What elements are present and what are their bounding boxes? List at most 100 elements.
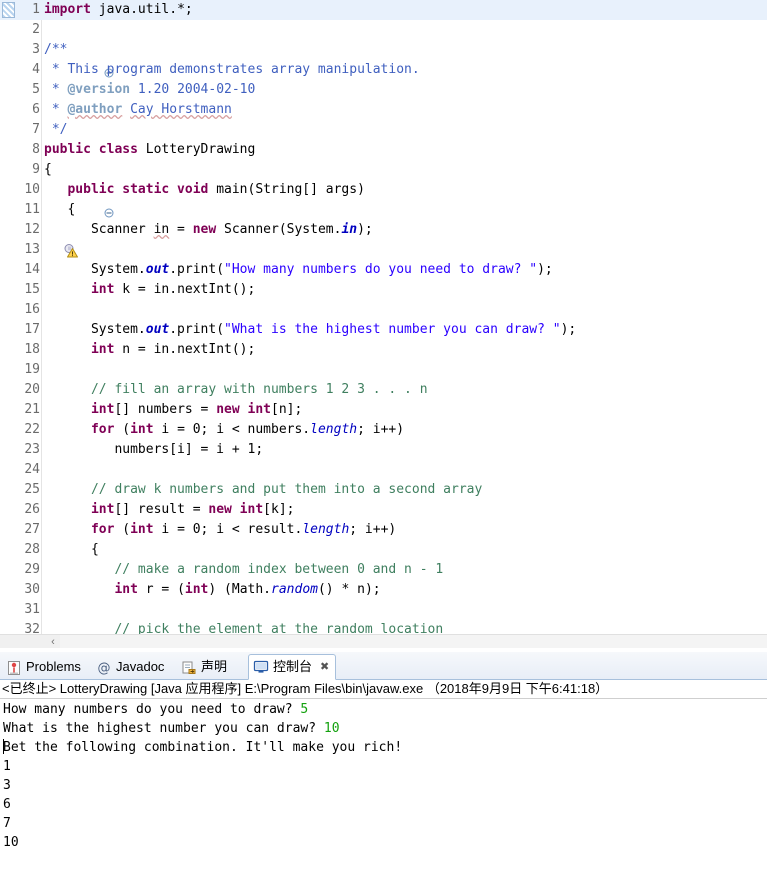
code-line[interactable]: 15 int k = in.nextInt(); — [0, 280, 767, 300]
console-line: Bet the following combination. It'll mak… — [0, 738, 767, 757]
code-line[interactable]: 24 — [0, 460, 767, 480]
warning-marker-icon[interactable] — [1, 223, 78, 258]
code-line[interactable]: 31 — [0, 600, 767, 620]
code-line[interactable]: 5 * @version 1.20 2004-02-10 — [0, 80, 767, 100]
line-number: 5 — [32, 82, 40, 97]
svg-text:@: @ — [98, 661, 111, 676]
line-number: 4 — [32, 62, 40, 77]
tab-label: Problems — [26, 659, 81, 674]
tab-label: Javadoc — [116, 659, 165, 674]
line-number: 31 — [24, 602, 40, 617]
line-number: 26 — [24, 502, 40, 517]
code-line[interactable]: 26 int[] result = new int[k]; — [0, 500, 767, 520]
code-line[interactable]: 10 public static void main(String[] args… — [0, 180, 767, 218]
line-number: 25 — [24, 482, 40, 497]
line-number: 18 — [24, 342, 40, 357]
line-number: 28 — [24, 542, 40, 557]
code-text: import java.util.*; — [44, 2, 193, 17]
code-line[interactable]: 19 — [0, 360, 767, 380]
tab-label: 控制台 — [273, 659, 313, 674]
code-line[interactable]: 21 int[] numbers = new int[n]; — [0, 400, 767, 420]
console-output[interactable]: How many numbers do you need to draw? 5 … — [0, 700, 767, 882]
code-line[interactable]: 14 System.out.print("How many numbers do… — [0, 260, 767, 280]
line-number: 13 — [24, 242, 40, 257]
code-text: Scanner in = new Scanner(System.in); — [44, 222, 373, 237]
line-number: 2 — [32, 22, 40, 37]
tab-console[interactable]: 控制台 ✖ — [248, 654, 337, 680]
code-line[interactable]: 4 * This program demonstrates array mani… — [0, 60, 767, 80]
console-prompt: 6 — [3, 797, 11, 812]
code-line[interactable]: 28 { — [0, 540, 767, 560]
console-prompt: How many numbers do you need to draw? — [3, 702, 301, 717]
editor-code-region[interactable]: 1 import java.util.*; 2 3 /** 4 * This p… — [0, 0, 767, 634]
code-line[interactable]: 30 int r = (int) (Math.random() * n); — [0, 580, 767, 600]
code-text: int[] result = new int[k]; — [90, 502, 295, 517]
console-input-echo: 10 — [323, 721, 340, 736]
code-line[interactable]: 6 * @author Cay Horstmann — [0, 100, 767, 120]
line-number: 6 — [32, 102, 40, 117]
line-number: 27 — [24, 522, 40, 537]
tab-declaration[interactable]: 声明 — [177, 654, 233, 679]
console-line: 3 — [0, 776, 767, 795]
close-icon[interactable]: ✖ — [320, 655, 329, 679]
console-line: What is the highest number you can draw?… — [0, 719, 767, 738]
code-line[interactable]: 29 // make a random index between 0 and … — [0, 560, 767, 580]
code-text: int r = (int) (Math.random() * n); — [114, 582, 381, 597]
code-text: // pick the element at the random locati… — [114, 622, 444, 634]
console-prompt: 1 — [3, 759, 11, 774]
code-text: int[] numbers = new int[n]; — [90, 402, 303, 417]
code-text: { — [44, 202, 76, 217]
code-text: * This program demonstrates array manipu… — [44, 62, 420, 77]
code-line[interactable]: 27 for (int i = 0; i < result.length; i+… — [0, 520, 767, 540]
tab-javadoc[interactable]: @ Javadoc — [92, 654, 170, 679]
code-text: * @author Cay Horstmann — [44, 102, 232, 117]
code-line[interactable]: 22 for (int i = 0; i < numbers.length; i… — [0, 420, 767, 440]
view-tab-bar[interactable]: Problems @ Javadoc 声明 控制台 ✖ — [0, 652, 767, 680]
code-line[interactable]: 8 public class LotteryDrawing — [0, 140, 767, 160]
line-number: 8 — [32, 142, 40, 157]
line-number: 29 — [24, 562, 40, 577]
code-text: // fill an array with numbers 1 2 3 . . … — [90, 382, 428, 397]
code-line[interactable]: 3 /** — [0, 40, 767, 78]
code-text: numbers[i] = i + 1; — [44, 442, 264, 457]
line-number: 22 — [24, 422, 40, 437]
editor-horizontal-scrollbar[interactable]: ‹ — [0, 634, 767, 648]
code-line[interactable]: 20 // fill an array with numbers 1 2 3 .… — [0, 380, 767, 400]
code-line[interactable]: 13 — [0, 240, 767, 260]
code-line[interactable]: 12 Scanner in = new Scanner(System.in); — [0, 220, 767, 258]
console-line: 7 — [0, 814, 767, 833]
java-source-editor[interactable]: 1 import java.util.*; 2 3 /** 4 * This p… — [0, 0, 767, 648]
tab-problems[interactable]: Problems — [2, 654, 87, 679]
code-text: int k = in.nextInt(); — [90, 282, 256, 297]
line-number: 11 — [24, 202, 40, 217]
line-number: 9 — [32, 162, 40, 177]
code-line[interactable]: 23 numbers[i] = i + 1; — [0, 440, 767, 460]
code-line[interactable]: 18 int n = in.nextInt(); — [0, 340, 767, 360]
console-line: 1 — [0, 757, 767, 776]
code-line[interactable]: 16 — [0, 300, 767, 320]
line-number: 19 — [24, 362, 40, 377]
console-prompt: Bet the following combination. It'll mak… — [3, 740, 403, 755]
line-number: 30 — [24, 582, 40, 597]
code-line[interactable]: 1 import java.util.*; — [0, 0, 767, 20]
scrollbar-track[interactable] — [60, 635, 767, 648]
tab-label: 声明 — [201, 659, 228, 674]
line-number: 10 — [24, 182, 40, 197]
bookmark-marker-icon[interactable] — [0, 0, 16, 20]
code-text: public static void main(String[] args) — [67, 182, 365, 197]
code-line[interactable]: 7 */ — [0, 120, 767, 140]
code-line[interactable]: 9 { — [0, 160, 767, 180]
code-line[interactable]: 25 // draw k numbers and put them into a… — [0, 480, 767, 500]
code-text: public class LotteryDrawing — [44, 142, 256, 157]
code-line[interactable]: 11 { — [0, 200, 767, 220]
console-line: 10 — [0, 833, 767, 852]
code-line[interactable]: 2 — [0, 20, 767, 40]
code-text: for (int i = 0; i < numbers.length; i++) — [90, 422, 405, 437]
code-text: * @version 1.20 2004-02-10 — [44, 82, 256, 97]
code-line[interactable]: 32 // pick the element at the random loc… — [0, 620, 767, 634]
code-line[interactable]: 17 System.out.print("What is the highest… — [0, 320, 767, 340]
line-number: 32 — [24, 622, 40, 634]
console-line: 6 — [0, 795, 767, 814]
bottom-view-panel[interactable]: Problems @ Javadoc 声明 控制台 ✖ <已终止> Lotter… — [0, 652, 767, 882]
scroll-left-icon[interactable]: ‹ — [46, 635, 60, 648]
